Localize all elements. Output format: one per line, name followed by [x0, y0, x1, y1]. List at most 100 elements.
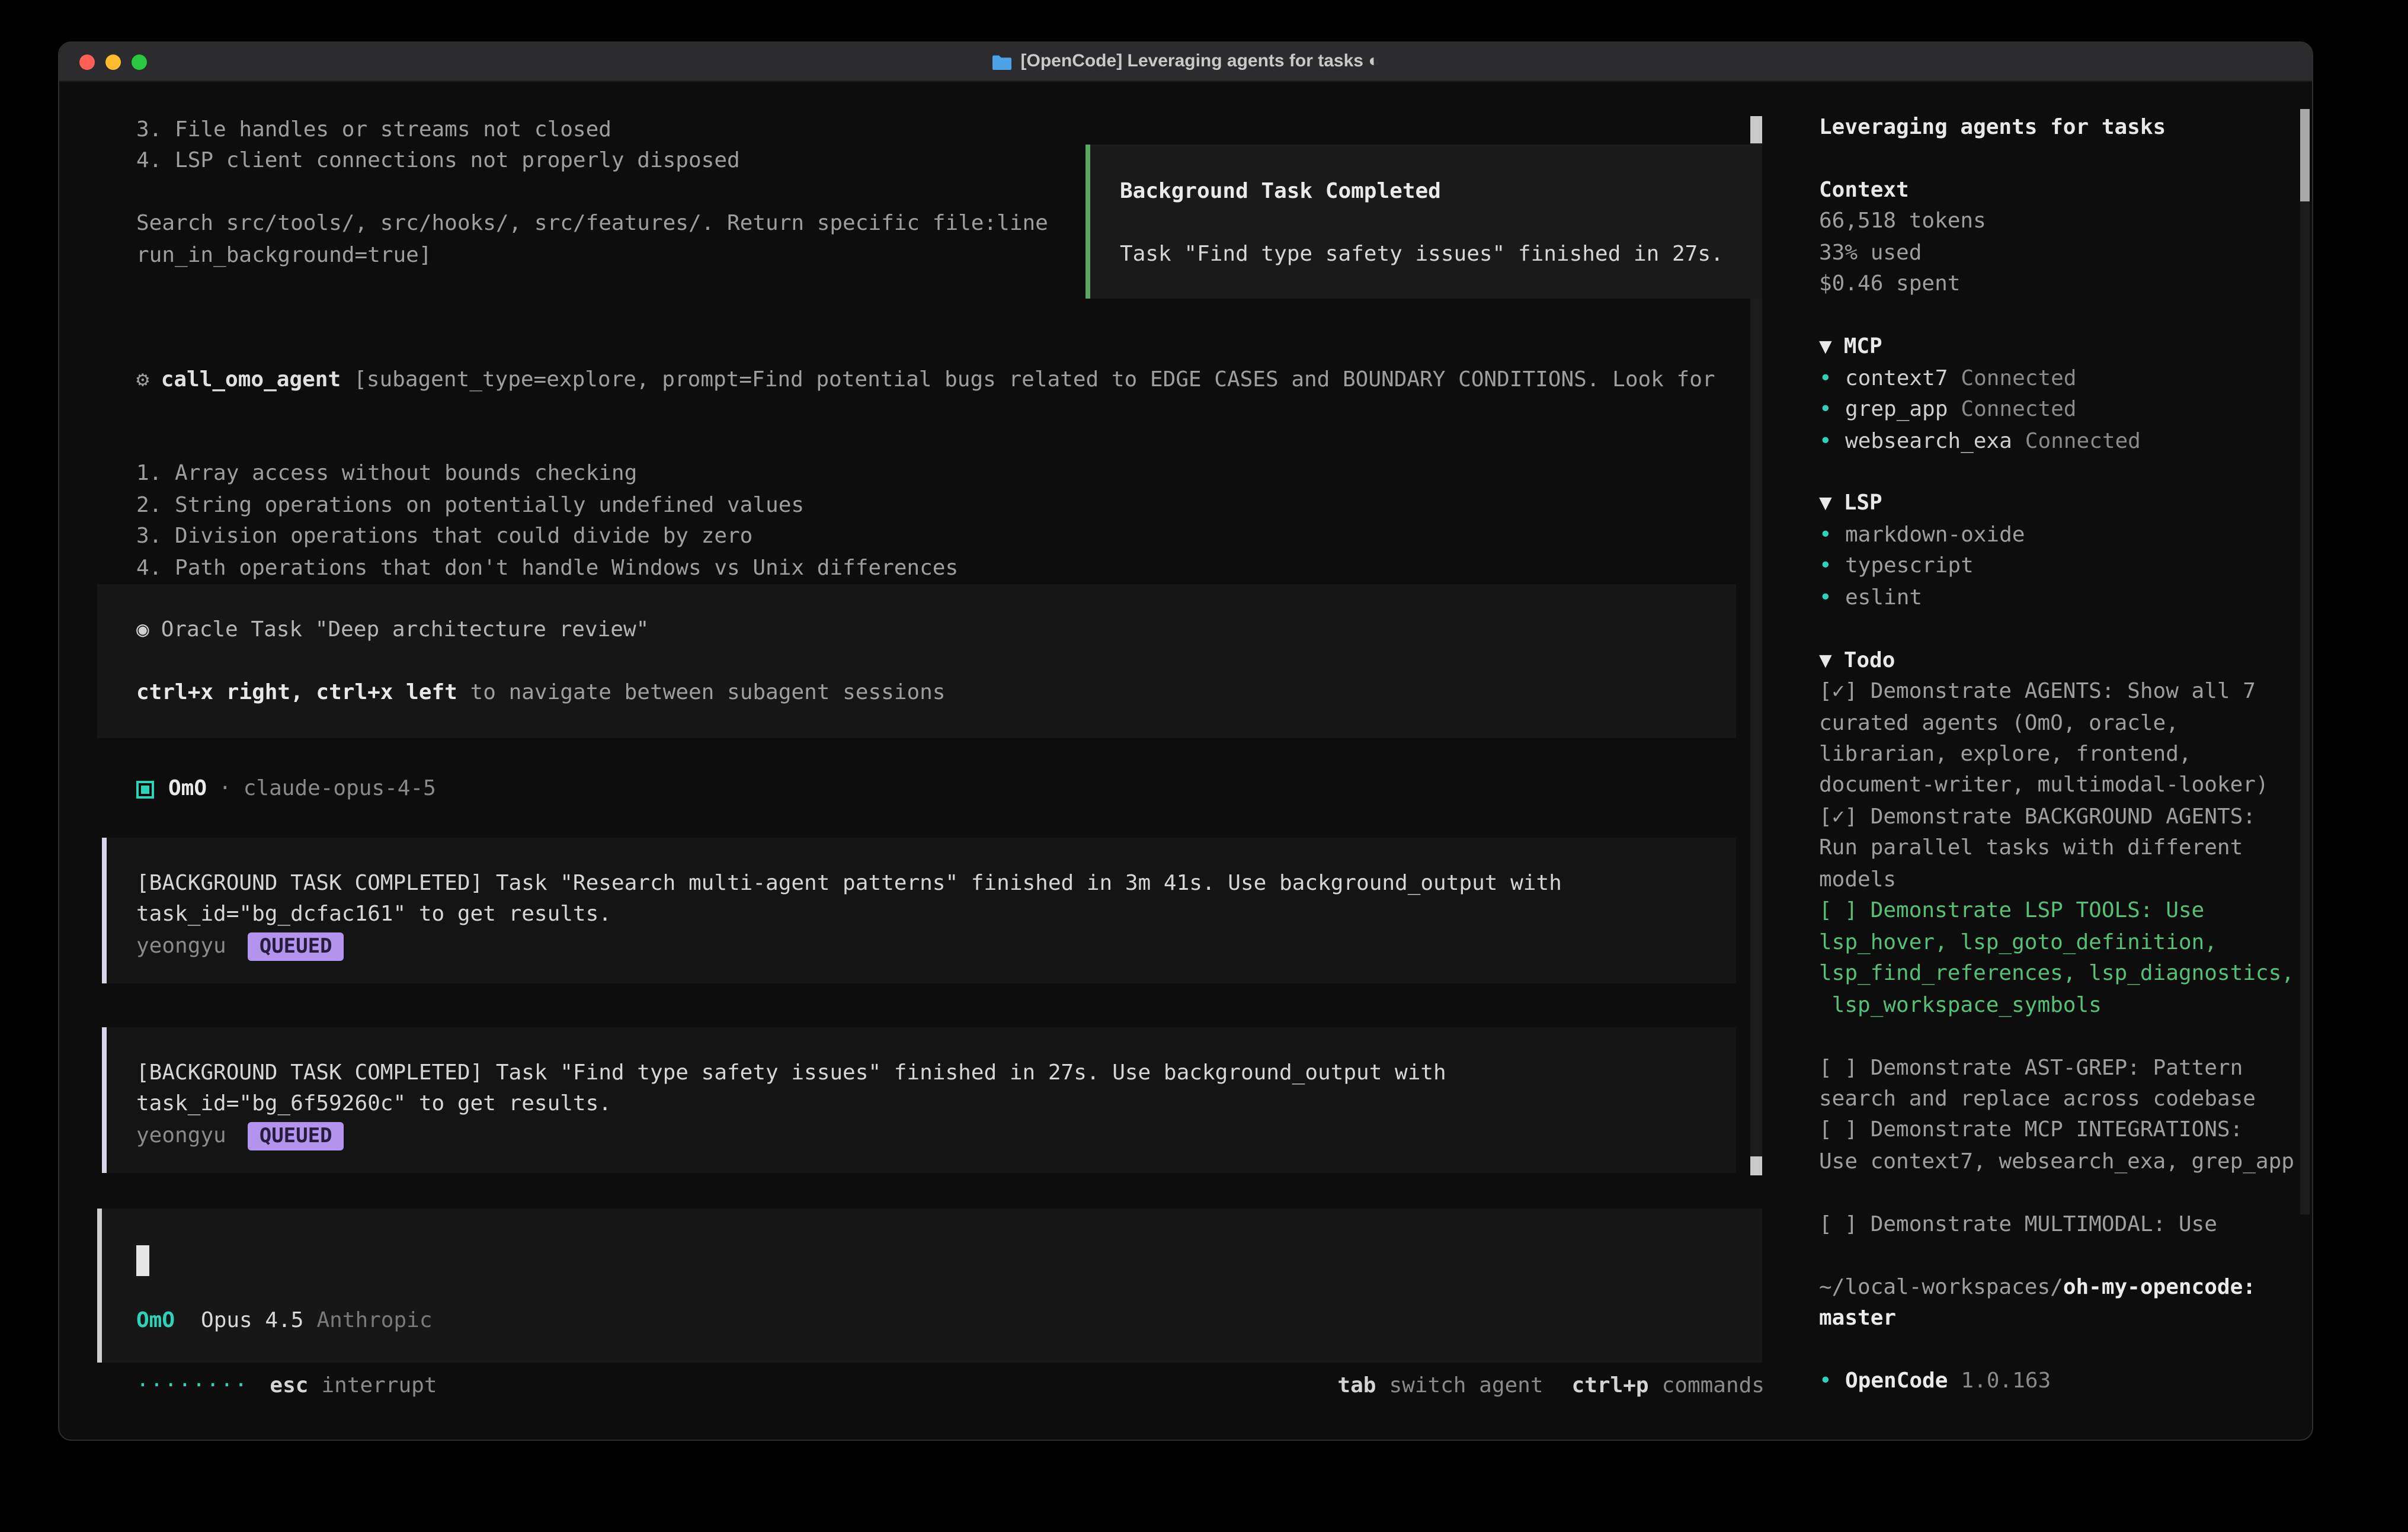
mcp-item-status: Connected [2025, 428, 2141, 453]
scrollbar-thumb[interactable] [2300, 109, 2310, 201]
input-provider-name: Anthropic [316, 1308, 432, 1333]
oracle-hint-row: ctrl+x right, ctrl+x left to navigate be… [136, 678, 1736, 709]
opencode-name: OpenCode [1845, 1368, 1948, 1393]
chevron-down-icon: ▼ [1819, 491, 1832, 516]
agent-name: OmO [168, 774, 207, 805]
background-task-toast: Background Task Completed Task "Find typ… [1085, 145, 1762, 299]
transcript-text: 3. File handles or streams not closed 4.… [136, 115, 1048, 272]
window-titlebar[interactable]: [OpenCode] Leveraging agents for tasks ◐ [59, 43, 2312, 82]
todo-item-done: [✓] Demonstrate BACKGROUND AGENTS: Run p… [1819, 802, 2305, 896]
context-tokens: 66,518 tokens [1819, 207, 2305, 238]
background-task-message: [BACKGROUND TASK COMPLETED] Task "Resear… [102, 838, 1736, 983]
sidebar-scrollbar[interactable] [2300, 109, 2310, 1214]
input-model-name: Opus 4.5 [201, 1308, 303, 1333]
sidebar: Leveraging agents for tasks Context 66,5… [1797, 82, 2313, 1441]
tool-call-name: call_omo_agent [161, 367, 341, 392]
input-agent-name: OmO [136, 1308, 175, 1333]
message-line: task_id="bg_dcfac161" to get results. [136, 900, 1736, 931]
mcp-item: •grep_appConnected [1819, 395, 2305, 426]
oracle-hint-text: to navigate between subagent sessions [457, 680, 946, 705]
bullet-icon: • [1819, 520, 1845, 552]
mcp-item: •context7 Connected [1819, 363, 2305, 395]
todo-section-heading[interactable]: ▼ Todo [1819, 645, 2305, 677]
ctrl-p-key-label: commands [1662, 1373, 1765, 1398]
lsp-item-name: markdown-oxide [1845, 523, 2025, 547]
agent-header: OmO · claude-opus-4-5 [136, 774, 436, 805]
separator-dot: · [219, 774, 232, 805]
background-task-message: [BACKGROUND TASK COMPLETED] Task "Find t… [102, 1027, 1736, 1173]
lsp-section-heading[interactable]: ▼ LSP [1819, 489, 2305, 520]
opencode-terminal-window: [OpenCode] Leveraging agents for tasks ◐… [58, 41, 2313, 1441]
chevron-down-icon: ▼ [1819, 334, 1832, 359]
message-meta: yeongyu QUEUED [136, 1121, 1736, 1152]
todo-item-pending: [ ] Demonstrate AST-GREP: Pattern search… [1819, 1053, 2305, 1116]
context-used: 33% used [1819, 238, 2305, 270]
window-title-text: [OpenCode] Leveraging agents for tasks ◐ [1021, 47, 1379, 78]
tab-key-hint: tab [1337, 1373, 1376, 1398]
session-title: Leveraging agents for tasks [1819, 113, 2305, 144]
ctrl-p-key-hint: ctrl+p [1572, 1373, 1649, 1398]
prompt-input[interactable]: OmO Opus 4.5 Anthropic [97, 1209, 1762, 1363]
oracle-task-title-row: ◉Oracle Task "Deep architecture review" [136, 615, 1736, 646]
message-line: task_id="bg_6f59260c" to get results. [136, 1089, 1736, 1121]
scrollbar-thumb[interactable] [1750, 116, 1762, 143]
oracle-task-panel: ◉Oracle Task "Deep architecture review" … [97, 584, 1736, 738]
status-left: ········ esc interrupt [136, 1371, 437, 1402]
bullet-icon: • [1819, 1366, 1845, 1398]
mcp-item-status: Connected [1961, 366, 2076, 390]
mcp-heading-label: MCP [1844, 334, 1882, 359]
lsp-item-name: eslint [1845, 585, 1922, 610]
lsp-item: •markdown-oxide [1819, 520, 2305, 552]
workspace-path: ~/local-workspaces/oh-my-opencode: [1819, 1272, 2305, 1303]
message-line: [BACKGROUND TASK COMPLETED] Task "Resear… [136, 868, 1736, 900]
status-right: tabswitch agentctrl+pcommands [1337, 1371, 1765, 1402]
message-author: yeongyu [136, 931, 226, 963]
spinner-dots-icon: ········ [136, 1373, 248, 1398]
workspace-path-dim: ~/local-workspaces/ [1819, 1274, 2063, 1299]
mcp-item-name: grep_app [1845, 397, 1948, 422]
lsp-item: •typescript [1819, 552, 2305, 583]
workspace-path-bold: oh-my-opencode: [2063, 1274, 2256, 1299]
opencode-version: 1.0.163 [1961, 1368, 2051, 1393]
chat-main: 3. File handles or streams not closed 4.… [59, 82, 1797, 1441]
queued-badge: QUEUED [248, 932, 344, 961]
status-bar: ········escinterrupt tabswitch agentctrl… [136, 1371, 1765, 1402]
tool-call-args: [subagent_type=explore, prompt=Find pote… [354, 367, 1715, 392]
bullet-icon: • [1819, 426, 1845, 457]
mcp-item-name: websearch_exa [1845, 428, 2012, 453]
context-heading: Context [1819, 175, 2305, 207]
scrollbar-thumb[interactable] [1750, 1156, 1762, 1175]
esc-key-hint: esc [270, 1373, 308, 1398]
screen: [OpenCode] Leveraging agents for tasks ◐… [0, 0, 2408, 1532]
terminal-content: 3. File handles or streams not closed 4.… [59, 82, 2312, 1441]
todo-item-pending: [ ] Demonstrate MCP INTEGRATIONS: Use co… [1819, 1116, 2305, 1178]
git-branch: master [1819, 1303, 2305, 1335]
oracle-task-title: Oracle Task "Deep architecture review" [161, 617, 649, 642]
toast-body: Task "Find type safety issues" finished … [1120, 239, 1762, 271]
agent-model: claude-opus-4-5 [244, 774, 436, 805]
esc-key-label: interrupt [321, 1373, 437, 1398]
todo-heading-label: Todo [1844, 648, 1895, 672]
mcp-item: •websearch_exa Connected [1819, 426, 2305, 457]
input-model-row: OmO Opus 4.5 Anthropic [136, 1306, 433, 1337]
mcp-item-name: context7 [1845, 366, 1948, 390]
window-title: [OpenCode] Leveraging agents for tasks ◐ [59, 43, 2312, 82]
oracle-hint-keys: ctrl+x right, ctrl+x left [136, 680, 457, 705]
message-line: [BACKGROUND TASK COMPLETED] Task "Find t… [136, 1058, 1736, 1089]
bullet-icon: • [1819, 363, 1845, 395]
lsp-heading-label: LSP [1844, 491, 1882, 516]
gear-icon: ⚙ [136, 367, 149, 392]
opencode-version-row: •OpenCode 1.0.163 [1819, 1366, 2305, 1398]
tool-call-first-line: ⚙ call_omo_agent [subagent_type=explore, p… [136, 365, 1715, 396]
mcp-item-status: Connected [1961, 397, 2076, 422]
folder-icon [992, 54, 1013, 70]
mcp-section-heading[interactable]: ▼ MCP [1819, 332, 2305, 363]
message-meta: yeongyu QUEUED [136, 931, 1736, 963]
text-cursor [136, 1245, 149, 1276]
todo-item-pending: [ ] Demonstrate MULTIMODAL: Use [1819, 1210, 2305, 1241]
chevron-down-icon: ▼ [1819, 648, 1832, 672]
lsp-item-name: typescript [1845, 554, 1974, 579]
toast-title: Background Task Completed [1120, 177, 1762, 208]
context-spent: $0.46 spent [1819, 270, 2305, 301]
message-author: yeongyu [136, 1121, 226, 1152]
